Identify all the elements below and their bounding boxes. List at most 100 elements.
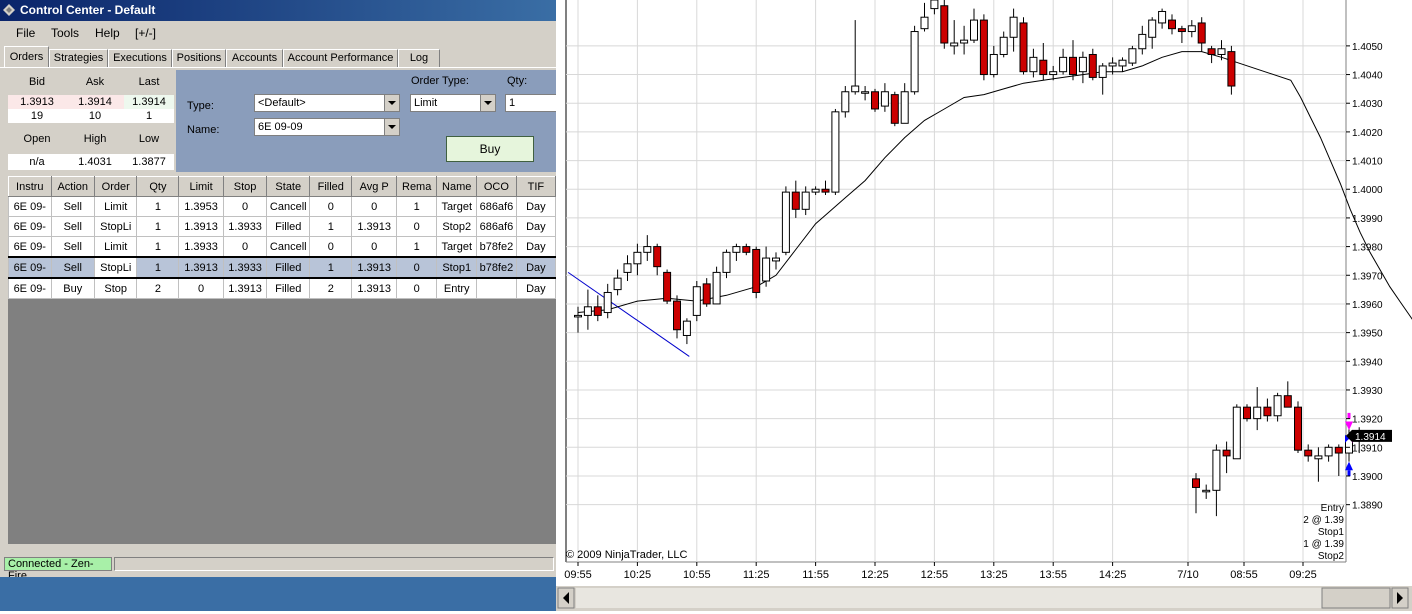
instrument-dropdown[interactable]: 6E 09-09	[254, 118, 400, 136]
chevron-down-icon[interactable]	[384, 95, 399, 111]
table-cell[interactable]: Filled	[266, 277, 311, 299]
table-cell[interactable]: 1.3913	[178, 216, 224, 237]
menu-file[interactable]: File	[16, 26, 35, 40]
table-cell[interactable]: 0	[351, 196, 397, 217]
table-cell[interactable]: 686af6	[476, 196, 517, 217]
title-bar[interactable]: Control Center - Default	[0, 0, 556, 21]
table-cell[interactable]: Cancell	[266, 236, 311, 258]
chevron-down-icon[interactable]	[480, 95, 495, 111]
table-cell[interactable]: 1.3913	[222, 277, 268, 299]
table-cell[interactable]: 1	[309, 216, 353, 237]
table-cell[interactable]: Target	[436, 196, 478, 217]
table-cell[interactable]: Day	[515, 277, 556, 299]
menu-help[interactable]: Help	[95, 26, 120, 40]
table-cell[interactable]: 1	[136, 196, 180, 217]
column-header[interactable]: Stop	[222, 176, 268, 197]
table-cell[interactable]: StopLi	[93, 256, 138, 279]
table-cell[interactable]: Day	[515, 236, 556, 258]
column-header[interactable]: Avg P	[351, 176, 397, 197]
table-cell[interactable]: 0	[222, 236, 268, 258]
table-cell[interactable]: 686af6	[476, 216, 517, 237]
table-cell[interactable]: 1.3913	[351, 216, 397, 237]
table-row[interactable]: 6E 09- Buy Stop 2 0 1.3913 Filled 2 1.3913 0 Entry…	[8, 277, 556, 299]
tab-orders[interactable]: Orders	[4, 46, 49, 68]
order-type-dropdown[interactable]: Limit	[410, 94, 496, 112]
table-cell[interactable]: 0	[309, 236, 353, 258]
table-cell[interactable]: 0	[395, 256, 438, 279]
table-cell[interactable]: Day	[515, 256, 556, 279]
table-cell[interactable]: 1.3933	[222, 216, 268, 237]
qty-input[interactable]: 1	[505, 94, 561, 112]
table-cell[interactable]: Sell	[50, 196, 95, 217]
price-chart[interactable]: Entry 2 @ 1.39 Stop1 1 @ 1.39 Stop2 1.3890 1.…	[556, 0, 1412, 611]
column-header[interactable]: Filled	[309, 176, 353, 197]
table-cell[interactable]: 1	[136, 236, 180, 258]
table-cell[interactable]: 2	[309, 277, 353, 299]
column-header[interactable]: Instru	[8, 176, 52, 197]
table-cell[interactable]: 1	[309, 256, 353, 279]
table-cell[interactable]: b78fe2	[476, 236, 517, 258]
table-cell[interactable]: Day	[515, 216, 556, 237]
table-cell[interactable]: Stop1	[436, 256, 478, 279]
table-cell[interactable]: 1.3913	[351, 277, 397, 299]
table-cell[interactable]	[476, 277, 517, 299]
table-cell[interactable]: 1.3953	[178, 196, 224, 217]
table-cell[interactable]: b78fe2	[476, 256, 517, 279]
table-cell[interactable]: Stop2	[436, 216, 478, 237]
column-header[interactable]: Rema	[395, 176, 438, 197]
column-header[interactable]: State	[266, 176, 311, 197]
table-cell[interactable]: Entry	[436, 277, 478, 299]
table-cell[interactable]: 1	[395, 196, 438, 217]
table-cell[interactable]: 6E 09-	[8, 256, 52, 279]
tab-executions[interactable]: Executions	[108, 49, 172, 67]
table-cell[interactable]: 1.3933	[178, 236, 224, 258]
column-header[interactable]: OCO	[476, 176, 517, 197]
table-cell[interactable]: 1	[136, 256, 180, 279]
buy-button[interactable]: Buy	[446, 136, 534, 162]
menu-tools[interactable]: Tools	[51, 26, 79, 40]
table-cell[interactable]: Filled	[266, 216, 311, 237]
table-cell[interactable]: 0	[309, 196, 353, 217]
column-header[interactable]: Name	[436, 176, 478, 197]
table-cell[interactable]: 6E 09-	[8, 196, 52, 217]
table-cell[interactable]: Target	[436, 236, 478, 258]
table-cell[interactable]: Day	[515, 196, 556, 217]
column-header[interactable]: Order	[93, 176, 138, 197]
column-header[interactable]: Qty	[136, 176, 180, 197]
table-row[interactable]: 6E 09- Sell Limit 1 1.3933 0 Cancell 0 0 1 Target b…	[8, 236, 556, 258]
table-cell[interactable]: Cancell	[266, 196, 311, 217]
tab-accounts[interactable]: Accounts	[226, 49, 283, 67]
table-row[interactable]: 6E 09- Sell StopLi 1 1.3913 1.3933 Filled 1 1.39…	[8, 216, 556, 237]
table-row[interactable]: 6E 09- Sell Limit 1 1.3953 0 Cancell 0 0 1 Target 6…	[8, 196, 556, 217]
tab-positions[interactable]: Positions	[172, 49, 226, 67]
table-cell[interactable]: 0	[178, 277, 224, 299]
table-row[interactable]: 6E 09- Sell StopLi 1 1.3913 1.3933 Filled 1 1.39…	[8, 256, 556, 279]
chart-canvas[interactable]: Entry2 @ 1.39Stop11 @ 1.39Stop2 1.3890 1.…	[556, 0, 1412, 611]
table-cell[interactable]: 1	[395, 236, 438, 258]
table-cell[interactable]: 6E 09-	[8, 277, 52, 299]
table-cell[interactable]: 0	[222, 196, 268, 217]
type-dropdown[interactable]: <Default>	[254, 94, 400, 112]
column-header[interactable]: Limit	[178, 176, 224, 197]
tab-log[interactable]: Log	[398, 49, 440, 67]
column-header[interactable]: Action	[50, 176, 95, 197]
table-cell[interactable]: 0	[351, 236, 397, 258]
table-cell[interactable]: 1.3913	[178, 256, 224, 279]
scrollbar-track[interactable]	[576, 588, 1322, 608]
tab-account-performance[interactable]: Account Performance	[283, 49, 398, 67]
table-cell[interactable]: Stop	[93, 277, 138, 299]
table-cell[interactable]: 6E 09-	[8, 216, 52, 237]
table-cell[interactable]: Buy	[50, 277, 95, 299]
table-cell[interactable]: StopLi	[93, 216, 138, 237]
scrollbar-thumb[interactable]	[1321, 587, 1391, 609]
table-cell[interactable]: Filled	[266, 256, 311, 279]
table-cell[interactable]: 0	[395, 277, 438, 299]
table-cell[interactable]: 1.3933	[222, 256, 268, 279]
table-cell[interactable]: Limit	[93, 236, 138, 258]
table-cell[interactable]: 6E 09-	[8, 236, 52, 258]
table-cell[interactable]: 1	[136, 216, 180, 237]
tab-strategies[interactable]: Strategies	[49, 49, 108, 67]
column-header[interactable]: TIF	[515, 176, 556, 197]
table-cell[interactable]: 0	[395, 216, 438, 237]
chevron-down-icon[interactable]	[384, 119, 399, 135]
